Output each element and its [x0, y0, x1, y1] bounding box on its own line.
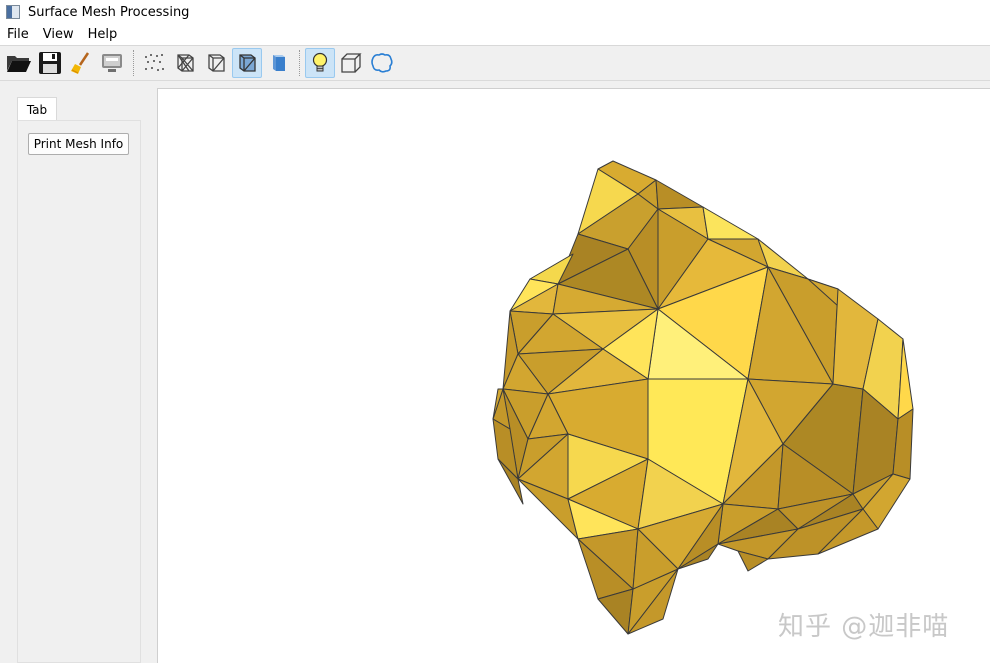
points-icon — [145, 54, 164, 71]
save-button[interactable] — [35, 48, 65, 78]
mesh-face — [655, 179, 704, 210]
snapshot-button[interactable] — [97, 48, 127, 78]
menu-help[interactable]: Help — [81, 27, 125, 42]
tab-header[interactable]: Tab — [17, 97, 57, 121]
toolbar — [0, 45, 990, 81]
wireframe-button[interactable] — [170, 48, 200, 78]
side-panel: Tab Print Mesh Info — [8, 92, 148, 663]
menu-file[interactable]: File — [0, 27, 36, 42]
screenshot-icon — [102, 54, 122, 72]
toolbar-separator — [299, 50, 300, 76]
mesh-face — [702, 206, 759, 240]
boundary-button[interactable] — [367, 48, 397, 78]
mesh-render[interactable] — [158, 89, 990, 663]
smooth-shading-icon — [273, 55, 285, 71]
bounding-box-icon — [341, 53, 362, 73]
flat-lines-button[interactable] — [232, 48, 262, 78]
clear-button[interactable] — [66, 48, 96, 78]
bounding-box-button[interactable] — [336, 48, 366, 78]
points-button[interactable] — [139, 48, 169, 78]
print-mesh-info-button[interactable]: Print Mesh Info — [28, 133, 129, 155]
menu-view[interactable]: View — [36, 27, 81, 42]
app-window: Surface Mesh Processing File View Help T… — [0, 0, 990, 663]
save-icon — [39, 52, 61, 74]
flat-lines-icon — [239, 54, 256, 72]
lighting-icon — [312, 52, 328, 72]
open-button[interactable] — [4, 48, 34, 78]
smooth-shading-button[interactable] — [263, 48, 293, 78]
hidden-line-button[interactable] — [201, 48, 231, 78]
mesh-viewport[interactable]: 知乎 @迦非喵 — [157, 88, 990, 663]
app-icon — [6, 5, 20, 19]
window-title: Surface Mesh Processing — [28, 4, 190, 20]
toolbar-separator — [133, 50, 134, 76]
tab-body: Print Mesh Info — [17, 120, 141, 663]
open-folder-icon — [7, 56, 31, 72]
wireframe-icon — [177, 54, 194, 72]
clear-brush-icon — [71, 52, 90, 74]
lighting-button[interactable] — [305, 48, 335, 78]
menu-bar: File View Help — [0, 24, 990, 45]
boundary-icon — [371, 53, 393, 73]
watermark-text: 知乎 @迦非喵 — [778, 612, 950, 642]
hidden-line-icon — [208, 54, 225, 72]
title-bar: Surface Mesh Processing — [0, 0, 990, 24]
